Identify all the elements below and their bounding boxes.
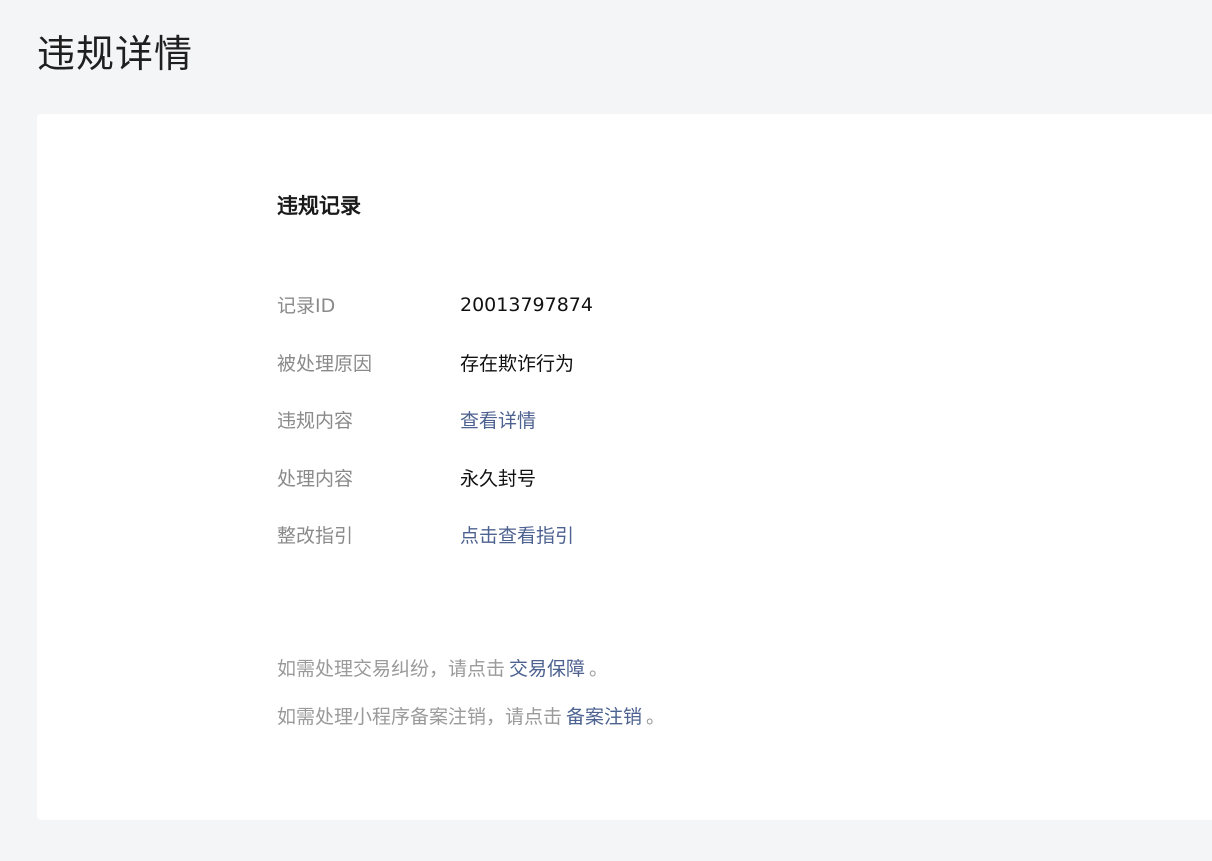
trade-dispute-note: 如需处理交易纠纷，请点击 交易保障。	[277, 656, 665, 682]
action-label: 处理内容	[277, 467, 354, 490]
record-row-guide: 整改指引 点击查看指引	[277, 506, 593, 564]
filing-cancel-link[interactable]: 备案注销	[566, 706, 642, 728]
view-details-link[interactable]: 查看详情	[460, 406, 536, 433]
record-id-label: 记录ID	[277, 295, 336, 318]
record-row-action: 处理内容 永久封号	[277, 449, 593, 507]
violation-card: 违规记录 记录ID 20013797874 被处理原因 存在欺诈行为 违规内容 …	[37, 114, 1212, 820]
reason-value: 存在欺诈行为	[460, 352, 575, 375]
record-row-reason: 被处理原因 存在欺诈行为	[277, 334, 593, 392]
section-title: 违规记录	[277, 194, 361, 218]
trade-protection-link[interactable]: 交易保障	[509, 658, 585, 680]
filing-cancel-note-suffix: 。	[646, 706, 666, 728]
trade-dispute-note-suffix: 。	[589, 658, 609, 680]
reason-label: 被处理原因	[277, 352, 373, 375]
record-list: 记录ID 20013797874 被处理原因 存在欺诈行为 违规内容 查看详情 …	[277, 276, 593, 564]
record-row-content: 违规内容 查看详情	[277, 391, 593, 449]
rectification-guide-label: 整改指引	[277, 525, 354, 548]
help-notes: 如需处理交易纠纷，请点击 交易保障。 如需处理小程序备案注销，请点击 备案注销。	[277, 656, 665, 752]
view-guide-link[interactable]: 点击查看指引	[460, 521, 574, 548]
violation-content-label: 违规内容	[277, 410, 354, 433]
page-title: 违规详情	[37, 32, 194, 76]
filing-cancel-note-text: 如需处理小程序备案注销，请点击	[277, 706, 563, 728]
record-row-id: 记录ID 20013797874	[277, 276, 593, 334]
trade-dispute-note-text: 如需处理交易纠纷，请点击	[277, 658, 506, 680]
record-id-value: 20013797874	[460, 293, 593, 316]
action-value: 永久封号	[460, 467, 537, 490]
filing-cancel-note: 如需处理小程序备案注销，请点击 备案注销。	[277, 704, 665, 730]
